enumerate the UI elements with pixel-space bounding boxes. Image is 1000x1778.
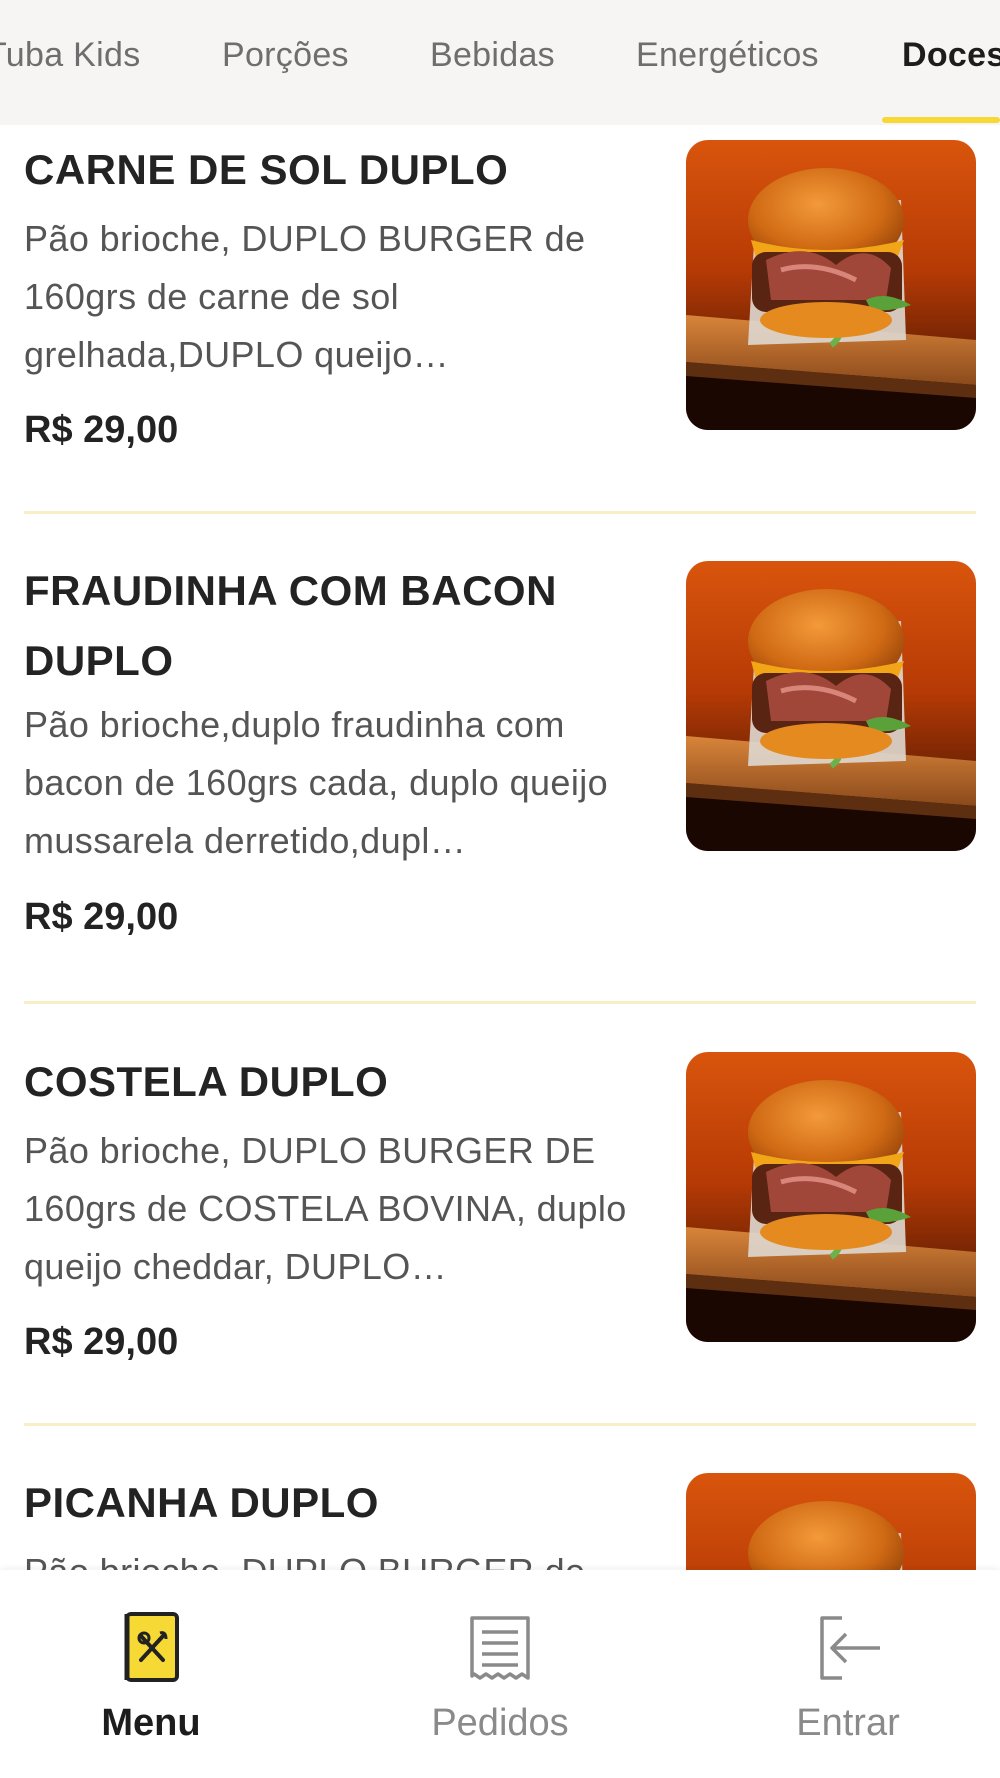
tab-energeticos[interactable]: Energéticos xyxy=(636,36,819,75)
product-image[interactable] xyxy=(686,1473,976,1570)
product-description: Pão brioche, DUPLO BURGER de xyxy=(24,1543,654,1570)
product-price: R$ 29,00 xyxy=(24,1321,179,1363)
product-list[interactable]: CARNE DE SOL DUPLO Pão brioche, DUPLO BU… xyxy=(0,125,1000,1570)
product-title: COSTELA DUPLO xyxy=(24,1058,389,1105)
nav-entrar-label: Entrar xyxy=(796,1702,900,1744)
nav-menu-label: Menu xyxy=(101,1702,201,1744)
product-price: R$ 29,00 xyxy=(24,896,179,938)
nav-pedidos[interactable]: Pedidos xyxy=(400,1608,600,1745)
product-title: CARNE DE SOL DUPLO xyxy=(24,146,509,193)
receipt-icon xyxy=(470,1616,530,1680)
product-description: Pão brioche, DUPLO BURGER DE 160grs de C… xyxy=(24,1130,627,1287)
bottom-navigation: Menu Pedidos Entrar xyxy=(0,1570,1000,1778)
nav-entrar[interactable]: Entrar xyxy=(748,1608,948,1745)
tab-bebidas[interactable]: Bebidas xyxy=(430,36,555,75)
product-image[interactable] xyxy=(686,561,976,851)
nav-pedidos-label: Pedidos xyxy=(431,1702,569,1744)
product-image[interactable] xyxy=(686,140,976,430)
item-divider xyxy=(24,1423,976,1426)
app-page: Tuba Kids Porções Bebidas Energéticos Do… xyxy=(0,0,1000,1778)
active-tab-indicator xyxy=(882,117,1000,123)
tab-doces[interactable]: Doces xyxy=(902,36,1000,75)
product-image[interactable] xyxy=(686,1052,976,1342)
nav-menu[interactable]: Menu xyxy=(51,1608,251,1745)
product-title: FRAUDINHA COM BACON DUPLO xyxy=(24,567,557,684)
product-title: PICANHA DUPLO xyxy=(24,1479,379,1526)
login-icon xyxy=(820,1616,880,1680)
item-divider xyxy=(24,1001,976,1004)
tab-porcoes[interactable]: Porções xyxy=(222,36,349,75)
product-description: Pão brioche,duplo fraudinha com bacon de… xyxy=(24,704,609,861)
product-description: Pão brioche, DUPLO BURGER de 160grs de c… xyxy=(24,218,586,375)
menu-book-icon xyxy=(124,1612,179,1682)
product-price: R$ 29,00 xyxy=(24,409,179,451)
item-divider xyxy=(24,511,976,514)
tab-tuba-kids[interactable]: Tuba Kids xyxy=(0,36,141,75)
category-tabs: Tuba Kids Porções Bebidas Energéticos Do… xyxy=(0,0,1000,125)
